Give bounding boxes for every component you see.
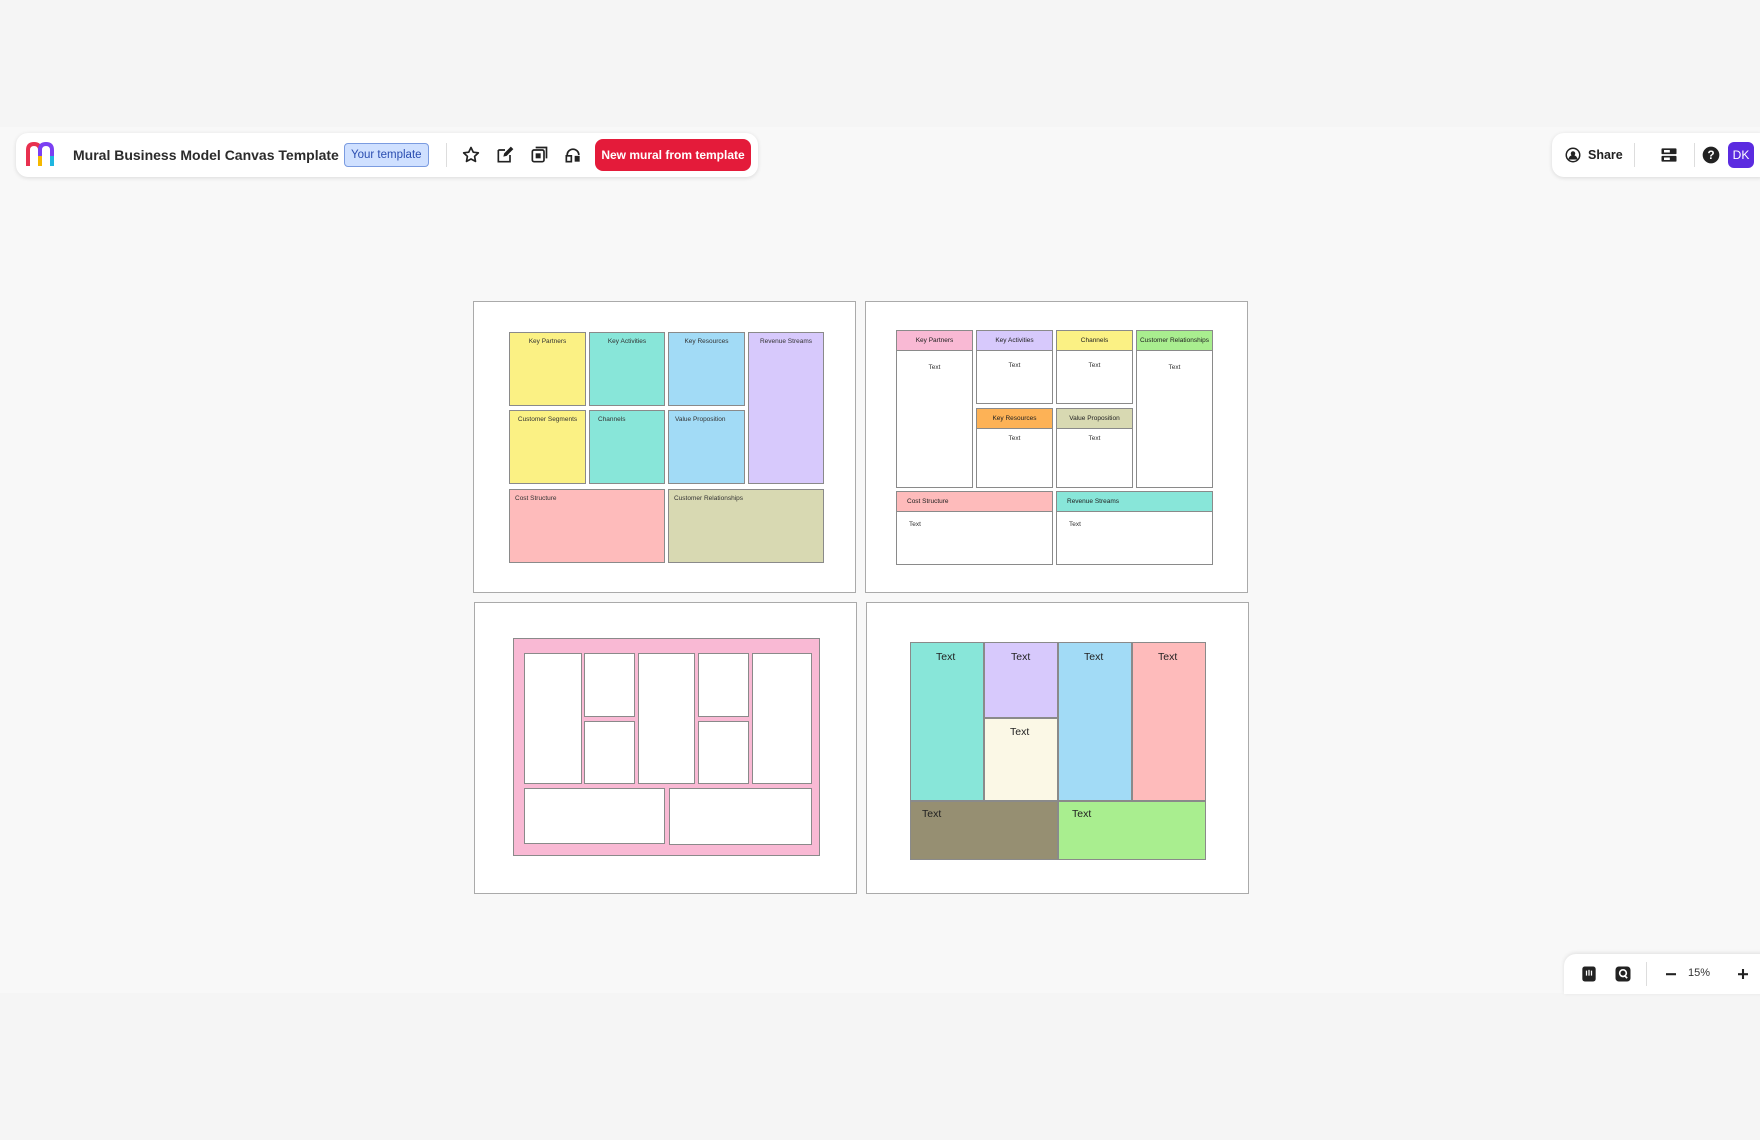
share-user-icon bbox=[1565, 147, 1581, 163]
canvas-frame-2[interactable]: Key Partners Text Key Activities Text Ch… bbox=[865, 301, 1248, 593]
customer-relationships-cell[interactable]: Customer Relationships bbox=[668, 489, 824, 563]
cell-label: Customer Segments bbox=[517, 416, 578, 423]
cell-text: Text bbox=[936, 651, 956, 663]
canvas-frame-4[interactable]: Text Text Text Text Text Text Text bbox=[866, 602, 1249, 894]
blank-cell[interactable] bbox=[584, 721, 635, 784]
top-toolbar: Mural Business Model Canvas Template You… bbox=[16, 133, 758, 177]
cell-text: Text bbox=[1088, 435, 1101, 442]
customer-segments-cell[interactable]: Customer Segments bbox=[509, 410, 586, 484]
toolbar-divider bbox=[1634, 143, 1635, 167]
pink-board[interactable] bbox=[513, 638, 820, 856]
cell-header: Channels bbox=[1057, 331, 1132, 351]
blank-cell[interactable] bbox=[584, 653, 635, 717]
edit-icon[interactable] bbox=[494, 144, 516, 166]
blank-cell[interactable] bbox=[669, 788, 812, 845]
cell-text: Text bbox=[1008, 435, 1021, 442]
zoom-controls: 15% bbox=[1564, 954, 1760, 994]
blank-cell[interactable] bbox=[524, 788, 665, 844]
blank-cell[interactable] bbox=[524, 653, 582, 784]
key-resources-cell[interactable]: Key Resources bbox=[668, 332, 745, 406]
cell-header: Cost Structure bbox=[897, 492, 1052, 512]
lavender-text-cell[interactable]: Text bbox=[984, 642, 1058, 718]
cell-text: Text bbox=[1011, 651, 1031, 663]
cell-text: Text bbox=[1168, 364, 1181, 371]
cell-label: Revenue Streams bbox=[759, 338, 813, 345]
cell-text: Text bbox=[1069, 521, 1081, 528]
cell-text: Text bbox=[1010, 726, 1030, 738]
your-template-badge[interactable]: Your template bbox=[344, 143, 429, 167]
cream-text-cell[interactable]: Text bbox=[984, 718, 1058, 801]
top-right-toolbar: Share ? DK bbox=[1552, 133, 1760, 177]
canvas-frame-3[interactable] bbox=[474, 602, 857, 894]
mural-logo-icon[interactable] bbox=[26, 141, 58, 168]
cell-label: Customer Relationships bbox=[674, 495, 744, 502]
cell-label: Value Proposition bbox=[675, 416, 726, 423]
cell-header: Revenue Streams bbox=[1057, 492, 1212, 512]
user-avatar[interactable]: DK bbox=[1728, 142, 1754, 168]
key-partners-cell[interactable]: Key Partners Text bbox=[896, 330, 973, 488]
zoom-out-icon[interactable] bbox=[1660, 963, 1682, 985]
app-workspace: Mural Business Model Canvas Template You… bbox=[0, 127, 1760, 994]
cell-header: Key Partners bbox=[897, 331, 972, 351]
follow-mode-icon[interactable] bbox=[1612, 963, 1634, 985]
toolbar-divider bbox=[1694, 143, 1695, 167]
cell-header: Customer Relationships bbox=[1137, 331, 1212, 351]
key-resources-cell[interactable]: Key Resources Text bbox=[976, 408, 1053, 488]
cell-label: Key Partners bbox=[528, 338, 567, 345]
canvas-frame-1[interactable]: Key Partners Key Activities Key Resource… bbox=[473, 301, 856, 593]
zoom-divider bbox=[1646, 962, 1647, 986]
cell-text: Text bbox=[1008, 362, 1021, 369]
zoom-in-icon[interactable] bbox=[1732, 963, 1754, 985]
new-mural-from-template-button[interactable]: New mural from template bbox=[595, 139, 751, 171]
value-proposition-cell[interactable]: Value Proposition bbox=[668, 410, 745, 484]
teal-text-cell[interactable]: Text bbox=[910, 642, 984, 801]
mural-title[interactable]: Mural Business Model Canvas Template bbox=[73, 147, 339, 163]
share-label: Share bbox=[1588, 148, 1623, 162]
blue-text-cell[interactable]: Text bbox=[1058, 642, 1132, 801]
key-activities-cell[interactable]: Key Activities Text bbox=[976, 330, 1053, 404]
cell-label: Key Resources bbox=[684, 338, 729, 345]
outline-icon[interactable] bbox=[1658, 144, 1680, 166]
hand-pan-icon[interactable] bbox=[1578, 963, 1600, 985]
cost-structure-cell[interactable]: Cost Structure bbox=[509, 489, 665, 563]
value-proposition-cell[interactable]: Value Proposition Text bbox=[1056, 408, 1133, 488]
cell-text: Text bbox=[1072, 808, 1092, 820]
cell-label: Cost Structure bbox=[515, 495, 557, 502]
green-text-cell[interactable]: Text bbox=[1058, 801, 1206, 860]
revenue-streams-cell[interactable]: Revenue Streams bbox=[748, 332, 824, 484]
star-icon[interactable] bbox=[460, 144, 482, 166]
cell-text: Text bbox=[1158, 651, 1178, 663]
key-partners-cell[interactable]: Key Partners bbox=[509, 332, 586, 406]
help-icon[interactable]: ? bbox=[1700, 144, 1722, 166]
share-button[interactable]: Share bbox=[1564, 143, 1623, 167]
toolbar-divider bbox=[446, 143, 447, 167]
cell-label: Key Activities bbox=[607, 338, 647, 345]
cell-header: Key Activities bbox=[977, 331, 1052, 351]
channels-cell[interactable]: Channels Text bbox=[1056, 330, 1133, 404]
cell-label: Channels bbox=[598, 416, 626, 423]
pink-text-cell[interactable]: Text bbox=[1132, 642, 1206, 801]
cell-text: Text bbox=[1084, 651, 1104, 663]
channels-cell[interactable]: Channels bbox=[589, 410, 665, 484]
customer-relationships-cell[interactable]: Customer Relationships Text bbox=[1136, 330, 1213, 488]
zoom-level[interactable]: 15% bbox=[1688, 967, 1710, 979]
blank-cell[interactable] bbox=[698, 721, 749, 784]
cell-text: Text bbox=[909, 521, 921, 528]
cell-text: Text bbox=[922, 808, 942, 820]
revenue-streams-cell[interactable]: Revenue Streams Text bbox=[1056, 491, 1213, 565]
link-icon[interactable] bbox=[562, 144, 584, 166]
cell-text: Text bbox=[1088, 362, 1101, 369]
cell-header: Value Proposition bbox=[1057, 409, 1132, 429]
blank-cell[interactable] bbox=[752, 653, 812, 784]
cell-header: Key Resources bbox=[977, 409, 1052, 429]
key-activities-cell[interactable]: Key Activities bbox=[589, 332, 665, 406]
blank-cell[interactable] bbox=[698, 653, 749, 717]
cell-text: Text bbox=[928, 364, 941, 371]
cost-structure-cell[interactable]: Cost Structure Text bbox=[896, 491, 1053, 565]
blank-cell[interactable] bbox=[638, 653, 695, 784]
duplicate-icon[interactable] bbox=[528, 144, 550, 166]
svg-text:?: ? bbox=[1707, 149, 1714, 162]
olive-text-cell[interactable]: Text bbox=[910, 801, 1058, 860]
